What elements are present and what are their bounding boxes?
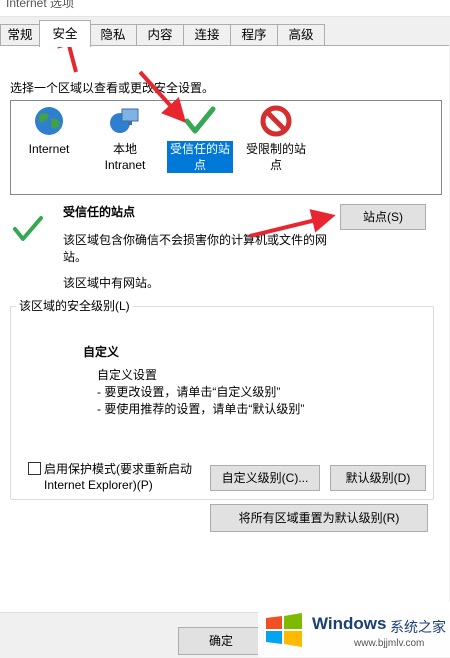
globe-icon	[35, 107, 63, 135]
zone-internet-label: Internet	[28, 142, 70, 156]
zone-trusted[interactable]: 受信任的站 点	[167, 105, 233, 173]
zone-trusted-label: 受信任的站 点	[167, 141, 233, 173]
zone-restricted[interactable]: 受限制的站 点	[241, 105, 311, 173]
tab-privacy[interactable]: 隐私	[89, 24, 137, 45]
watermark-text: 系统之家	[390, 619, 446, 635]
tab-programs[interactable]: 程序	[230, 24, 278, 45]
zone-status: 该区域中有网站。	[63, 276, 160, 290]
zone-list: Internet 本地 Intranet 受信任的站 点 受限制的站 点	[10, 100, 442, 195]
zone-instruction: 选择一个区域以查看或更改安全设置。	[10, 81, 215, 95]
tab-security[interactable]: 安全	[39, 20, 91, 47]
watermark-brand: Windows	[312, 614, 387, 633]
sites-button[interactable]: 站点(S)	[340, 204, 426, 230]
check-icon	[184, 106, 216, 134]
reset-all-button[interactable]: 将所有区域重置为默认级别(R)	[210, 504, 428, 532]
zone-description: 该区域包含你确信不会损害你的计算机或文件的网站。	[63, 233, 328, 264]
level-name: 自定义	[83, 345, 120, 359]
tab-content[interactable]: 内容	[136, 24, 184, 45]
ok-button[interactable]: 确定	[178, 627, 264, 655]
window-title: Internet 选项	[6, 0, 75, 10]
intranet-icon	[110, 108, 139, 133]
protected-mode-checkbox[interactable]	[28, 462, 41, 475]
level-line-1: 自定义设置	[97, 368, 158, 382]
watermark: Windows 系统之家 www.bjjmlv.com	[258, 602, 450, 657]
check-icon	[13, 216, 43, 241]
level-line-2: - 要更改设置，请单击“自定义级别”	[97, 385, 281, 399]
windows-logo-icon	[266, 613, 302, 647]
tab-advanced[interactable]: 高级	[277, 24, 325, 45]
protected-mode-label: 启用保护模式(要求重新启动	[44, 462, 192, 476]
tab-general[interactable]: 常规	[0, 24, 40, 45]
tab-connections[interactable]: 连接	[183, 24, 231, 45]
restricted-icon	[260, 105, 292, 137]
custom-level-button[interactable]: 自定义级别(C)...	[210, 465, 320, 491]
zone-intranet-label: 本地 Intranet	[104, 142, 146, 172]
protected-mode-label-2: Internet Explorer)(P)	[44, 478, 153, 492]
watermark-url: www.bjjmlv.com	[354, 638, 425, 649]
security-level-title: 该区域的安全级别(L)	[16, 297, 133, 314]
default-level-button[interactable]: 默认级别(D)	[330, 465, 426, 491]
title-bar: Internet 选项	[0, 0, 450, 17]
level-line-3: - 要使用推荐的设置，请单击“默认级别”	[97, 402, 305, 416]
zone-internet[interactable]: Internet	[23, 105, 75, 157]
zone-intranet[interactable]: 本地 Intranet	[97, 105, 153, 173]
zone-title: 受信任的站点	[63, 205, 136, 219]
zone-restricted-label: 受限制的站 点	[245, 142, 306, 172]
tab-strip: 常规 安全 隐私 内容 连接 程序 高级	[0, 20, 450, 47]
